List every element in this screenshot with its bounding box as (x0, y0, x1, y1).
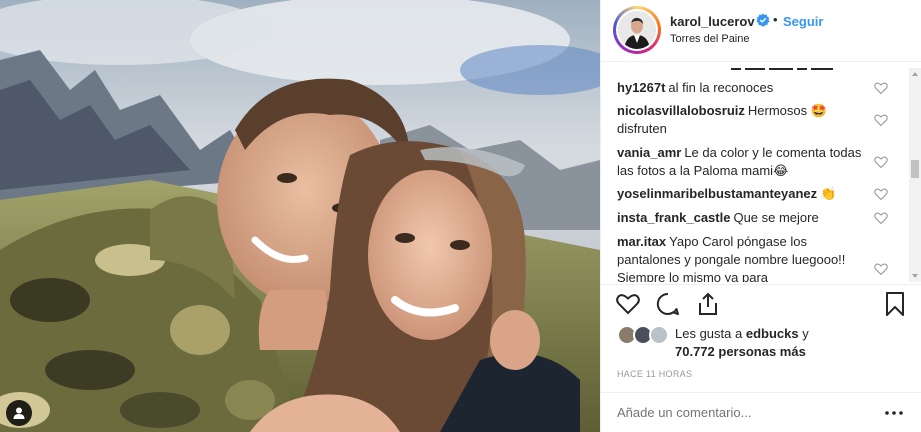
post-photo[interactable] (0, 0, 600, 432)
photo-scene (0, 0, 600, 432)
likes-text: Les gusta a edbucks y (675, 326, 809, 341)
comment-item: yoselinmaribelbustamanteyanez 👏 (617, 185, 872, 203)
scroll-down-arrow-icon[interactable] (911, 272, 919, 280)
comment-item: insta_frank_castle Que se mejore (617, 209, 872, 227)
username[interactable]: karol_lucerov (670, 14, 755, 29)
likes-section: Les gusta a edbucks y 70.772 personas má… (601, 322, 921, 362)
comment-item: vania_amr Le da color y le comenta todas … (617, 144, 872, 180)
comment-icon[interactable] (655, 291, 681, 317)
post-header: karol_lucerov • Seguir Torres del Paine (601, 0, 921, 62)
scrollbar-thumb[interactable] (911, 160, 919, 178)
comment-item: hy1267t al fin la reconoces (617, 79, 872, 97)
liker-avatar[interactable] (649, 325, 669, 345)
more-options-icon[interactable] (882, 401, 906, 425)
share-icon[interactable] (695, 291, 721, 317)
verified-badge-icon (756, 13, 770, 27)
comment-text: Que se mejore (733, 210, 819, 225)
likes-suffix: y (802, 326, 809, 341)
avatar[interactable] (613, 6, 661, 54)
post-actions-bar (601, 284, 921, 322)
comments-list[interactable]: hy1267t al fin la reconoces nicolasvillal… (601, 68, 921, 282)
add-comment-input[interactable] (617, 405, 857, 420)
comment-item: nicolasvillalobosruiz Hermosos 🤩 disfrute… (617, 102, 872, 138)
comment-like-icon[interactable] (874, 155, 888, 169)
liker-username[interactable]: edbucks (746, 326, 799, 341)
comment-username[interactable]: nicolasvillalobosruiz (617, 103, 745, 118)
comment-like-icon[interactable] (874, 262, 888, 276)
comment-like-icon[interactable] (874, 113, 888, 127)
comment-username[interactable]: insta_frank_castle (617, 210, 730, 225)
comments-scrollbar[interactable] (909, 68, 921, 282)
bookmark-icon[interactable] (882, 291, 908, 317)
user-tag-icon[interactable] (6, 400, 32, 426)
comment-like-icon[interactable] (874, 211, 888, 225)
comment-username[interactable]: yoselinmaribelbustamanteyanez (617, 186, 817, 201)
post-timestamp[interactable]: HACE 11 HORAS (617, 369, 692, 379)
comment-username[interactable]: hy1267t (617, 80, 665, 95)
follow-button[interactable]: Seguir (783, 14, 823, 29)
comment-like-icon[interactable] (874, 81, 888, 95)
comment-text: al fin la reconoces (668, 80, 774, 95)
avatar-image (618, 11, 656, 49)
likes-count[interactable]: 70.772 personas más (675, 344, 806, 359)
separator-dot: • (773, 12, 778, 27)
scroll-up-arrow-icon[interactable] (911, 70, 919, 78)
heart-icon[interactable] (615, 291, 641, 317)
comment-item: mar.itax Yapo Carol póngase los pantalone… (617, 233, 872, 282)
comment-username[interactable]: vania_amr (617, 145, 681, 160)
likes-prefix: Les gusta a (675, 326, 743, 341)
post-side-panel: karol_lucerov • Seguir Torres del Paine … (600, 0, 921, 432)
comment-text: 👏 (820, 186, 837, 201)
comment-username[interactable]: mar.itax (617, 234, 666, 249)
comment-like-icon[interactable] (874, 187, 888, 201)
previous-comment-fragment (731, 68, 841, 74)
add-comment-bar (601, 392, 921, 432)
location-link[interactable]: Torres del Paine (670, 33, 750, 45)
